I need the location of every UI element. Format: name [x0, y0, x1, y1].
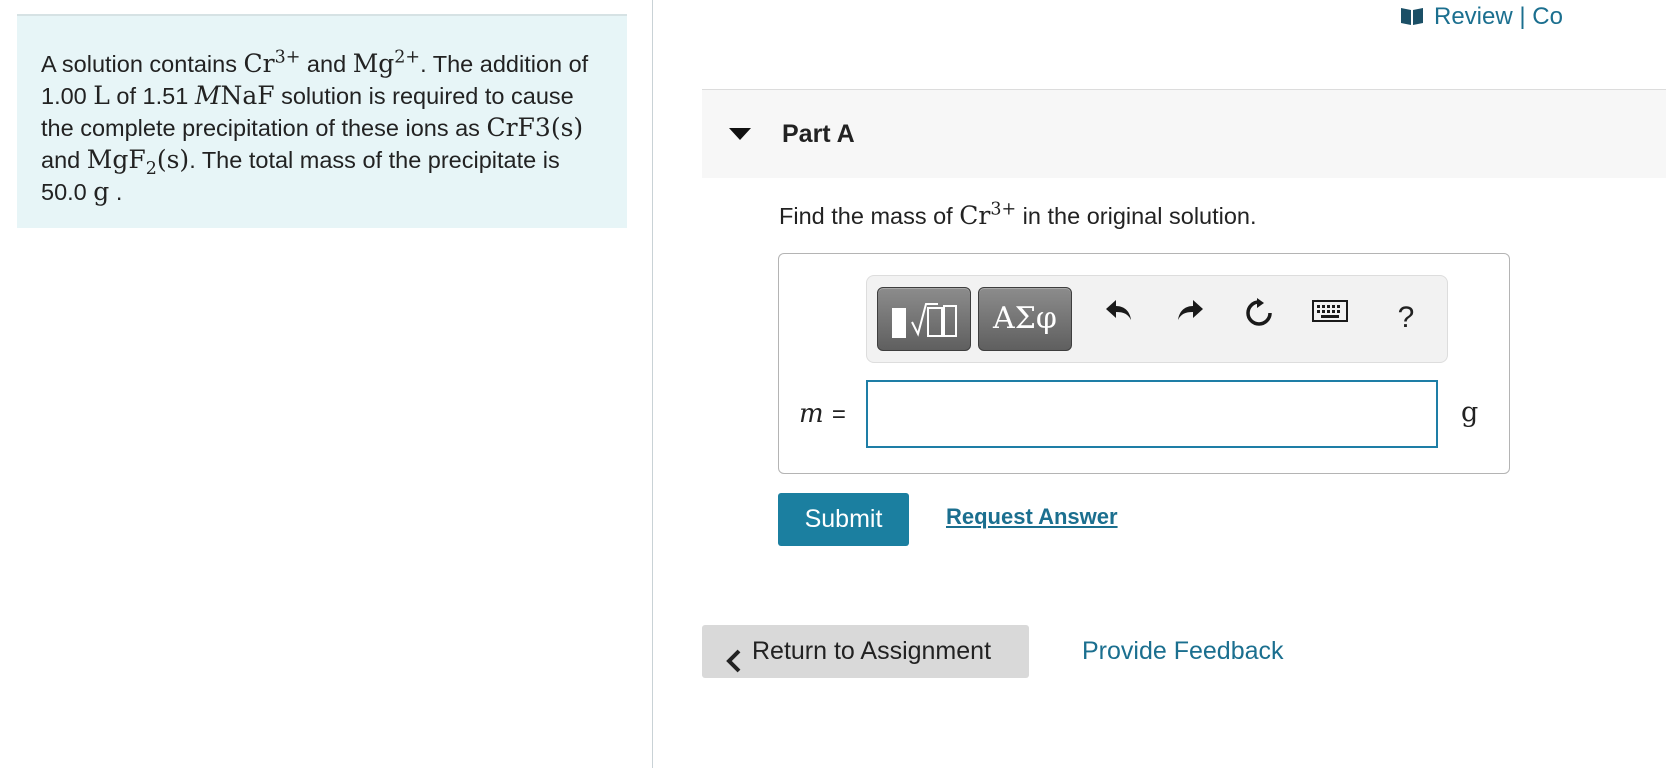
- review-link[interactable]: Review | Co: [1400, 3, 1563, 33]
- symbols-button[interactable]: ΑΣφ: [978, 287, 1072, 351]
- precipitate-crf3: CrF3(s): [486, 113, 583, 142]
- unit-molar: M: [194, 81, 221, 110]
- return-to-assignment-button[interactable]: Return to Assignment: [702, 625, 1029, 678]
- question-suffix: in the original solution.: [1016, 203, 1257, 229]
- return-label: Return to Assignment: [752, 637, 992, 665]
- problem-panel: A solution contains Cr3+ and Mg2+. The a…: [17, 14, 627, 228]
- salt-formula: NaF: [220, 81, 275, 110]
- problem-text: of 1.51: [109, 83, 195, 109]
- templates-icon: [892, 303, 957, 338]
- chromium-ion: Cr3+: [244, 49, 301, 78]
- ion-charge: 2+: [394, 47, 421, 68]
- submit-button[interactable]: Submit: [778, 493, 909, 546]
- request-answer-link[interactable]: Request Answer: [946, 504, 1118, 530]
- review-label[interactable]: Review | Co: [1434, 3, 1563, 30]
- formula-base: MgF: [86, 145, 146, 174]
- part-title: Part A: [782, 120, 855, 148]
- question-text: Find the mass of Cr3+ in the original so…: [779, 201, 1257, 230]
- question-ion: Cr3+: [959, 201, 1016, 230]
- provide-feedback-link[interactable]: Provide Feedback: [1082, 637, 1284, 666]
- problem-statement: A solution contains Cr3+ and Mg2+. The a…: [41, 48, 611, 208]
- caret-down-icon[interactable]: [729, 128, 751, 140]
- formula-state: (s): [550, 113, 584, 142]
- ion-base: Mg: [352, 49, 395, 78]
- answer-unit: g: [1461, 397, 1479, 428]
- help-icon[interactable]: ?: [1386, 298, 1426, 338]
- undo-icon[interactable]: [1099, 298, 1139, 338]
- book-icon: [1400, 5, 1424, 33]
- problem-text: A solution contains: [41, 51, 244, 77]
- panel-divider: [652, 0, 653, 768]
- templates-button[interactable]: [877, 287, 971, 351]
- variable-name: m: [799, 399, 824, 429]
- reset-icon[interactable]: [1239, 298, 1279, 338]
- unit-gram: g: [93, 177, 110, 206]
- formula-base: CrF: [486, 113, 535, 142]
- problem-text: and: [300, 51, 353, 77]
- ion-base: Cr: [959, 201, 991, 230]
- chevron-left-icon: [726, 639, 742, 692]
- precipitate-mgf2: MgF2(s): [86, 145, 190, 178]
- ion-charge: 3+: [990, 199, 1017, 220]
- ion-charge: 3+: [274, 47, 301, 68]
- part-header[interactable]: Part A: [702, 89, 1666, 178]
- answer-variable-label: m =: [799, 399, 846, 429]
- math-toolbar: ΑΣφ ?: [866, 275, 1448, 363]
- problem-text: and: [41, 147, 87, 173]
- formula-sub: 3: [534, 113, 551, 142]
- redo-icon[interactable]: [1170, 298, 1210, 338]
- problem-text: .: [109, 179, 123, 205]
- answer-box: ΑΣφ ? m = g: [778, 253, 1510, 474]
- answer-input[interactable]: [866, 380, 1438, 448]
- ion-base: Cr: [243, 49, 275, 78]
- magnesium-ion: Mg2+: [353, 49, 420, 78]
- unit-liter: L: [93, 81, 110, 110]
- equals-sign: =: [831, 401, 846, 428]
- formula-sub: 2: [145, 159, 157, 179]
- keyboard-icon[interactable]: [1310, 298, 1350, 338]
- formula-state: (s): [156, 145, 190, 174]
- question-prefix: Find the mass of: [779, 203, 960, 229]
